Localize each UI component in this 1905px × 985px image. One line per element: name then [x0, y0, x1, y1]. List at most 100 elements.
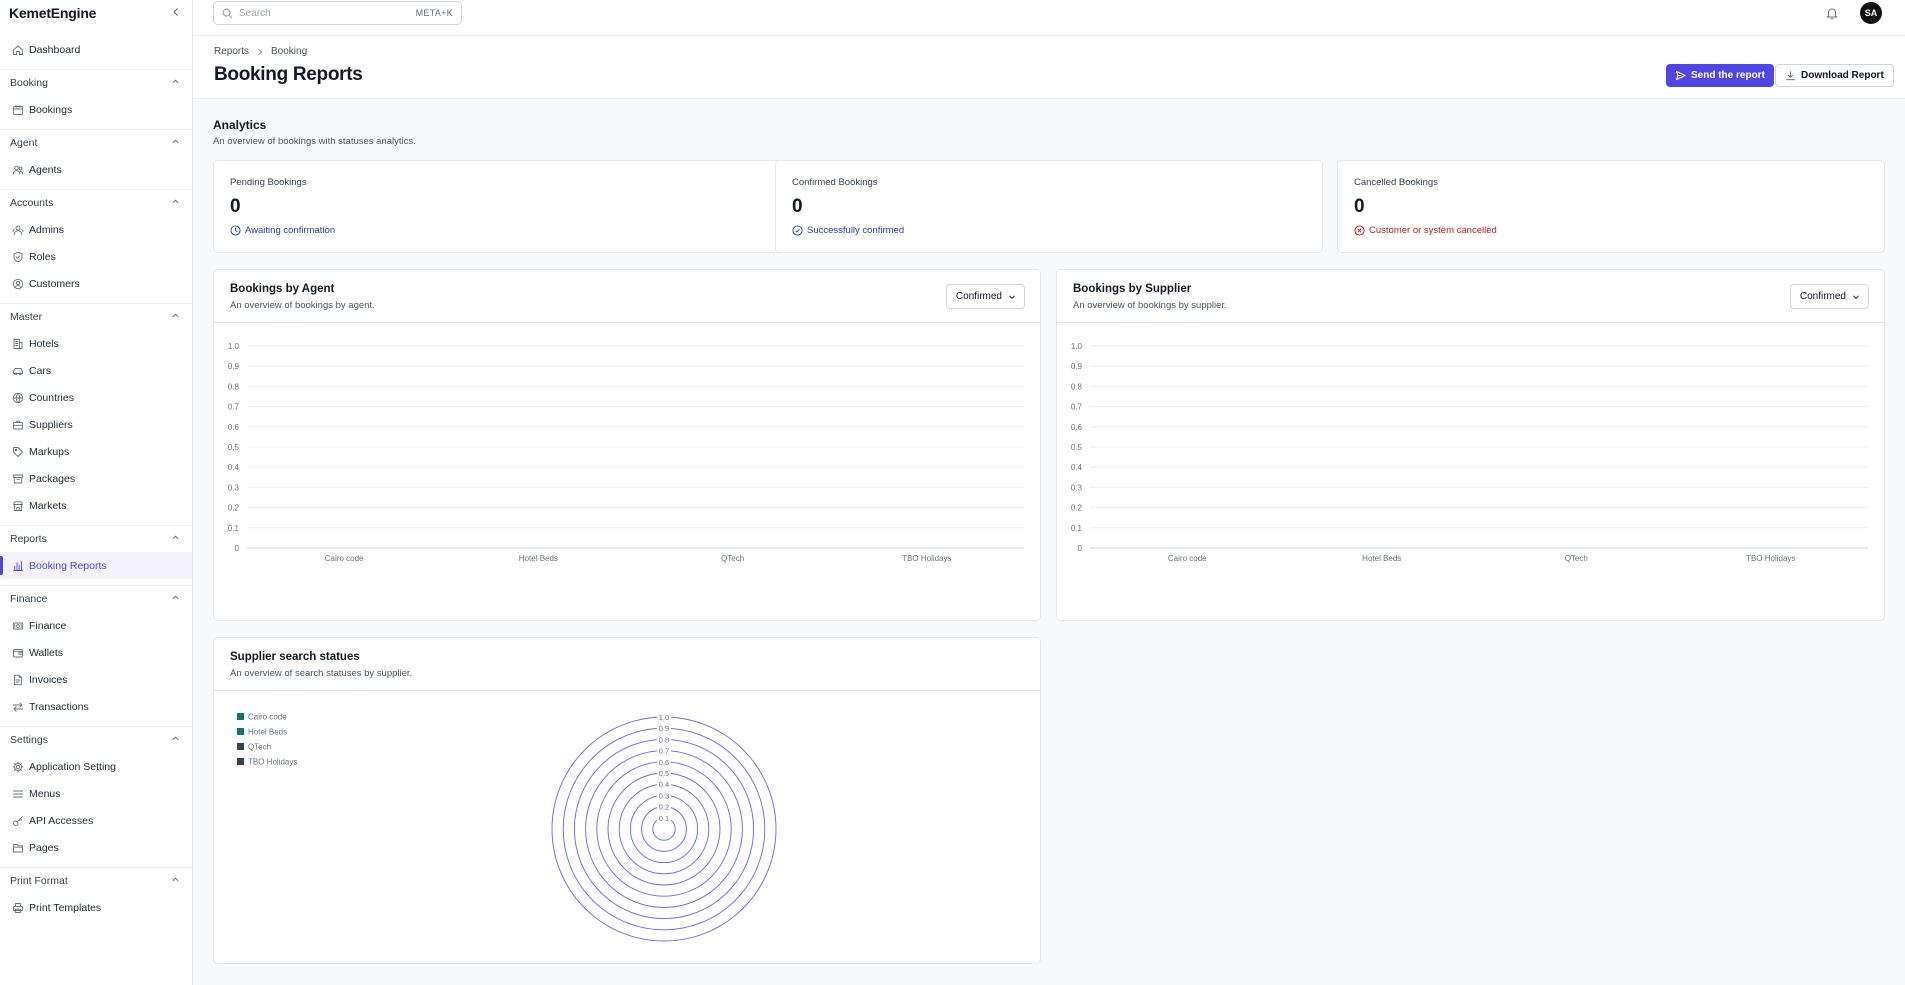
sidebar-item-dashboard[interactable]: Dashboard	[0, 36, 192, 63]
sidebar-section-toggle[interactable]: Print Format	[0, 868, 192, 894]
sidebar-item-countries[interactable]: Countries	[0, 384, 192, 411]
sidebar-section-master: Master Hotels Cars Countries Suppliers Markup…	[0, 303, 192, 519]
y-tick-label: 1.0	[1071, 342, 1083, 351]
sidebar-item-customers[interactable]: Customers	[0, 270, 192, 297]
sidebar-item-label: Booking Reports	[29, 559, 107, 572]
sidebar-item-label: Finance	[29, 619, 67, 632]
legend-label[interactable]: Cairo code	[248, 713, 287, 722]
card-subtitle: An overview of search statuses by suppli…	[230, 668, 413, 679]
sidebar-section-title: Booking	[10, 77, 48, 89]
sidebar-item-application-setting[interactable]: Application Setting	[0, 753, 192, 780]
sidebar-item-cars[interactable]: Cars	[0, 357, 192, 384]
legend-label[interactable]: TBO Holidays	[248, 758, 297, 767]
sidebar-section-finance: Finance Finance Wallets Invoices Transaction…	[0, 585, 192, 720]
chevron-up-icon	[171, 875, 180, 887]
legend-label[interactable]: QTech	[248, 743, 271, 752]
download-report-button[interactable]: Download Report	[1775, 64, 1894, 87]
sidebar-item-label: Countries	[29, 391, 74, 404]
breadcrumb-reports[interactable]: Reports	[214, 46, 249, 57]
sidebar-section-title: Reports	[10, 533, 47, 545]
search-shortcut: META+K	[415, 8, 453, 18]
y-tick-label: 0.1	[228, 524, 240, 533]
y-tick-label: 0	[1078, 544, 1083, 553]
sidebar-item-label: Menus	[29, 787, 61, 800]
sidebar-item-print-templates[interactable]: Print Templates	[0, 894, 192, 921]
sidebar-item-roles[interactable]: Roles	[0, 243, 192, 270]
sidebar-section-toggle[interactable]: Booking	[0, 70, 192, 96]
sidebar-item-invoices[interactable]: Invoices	[0, 666, 192, 693]
sidebar-section-toggle[interactable]: Finance	[0, 586, 192, 612]
x-tick-label: QTech	[1565, 554, 1588, 563]
sidebar-item-markups[interactable]: Markups	[0, 438, 192, 465]
card-title: Supplier search statues	[230, 651, 360, 663]
legend-label[interactable]: Hotel Beds	[248, 728, 287, 737]
chevron-up-icon	[171, 734, 180, 746]
sidebar-item-label: Markets	[29, 499, 67, 512]
sidebar-item-pages[interactable]: Pages	[0, 834, 192, 861]
radial-tick-label: 0.5	[659, 769, 669, 778]
y-tick-label: 0.8	[228, 382, 240, 391]
sidebar-item-transactions[interactable]: Transactions	[0, 693, 192, 720]
notifications-button[interactable]	[1823, 4, 1841, 22]
sidebar-section-toggle[interactable]: Accounts	[0, 190, 192, 216]
user-avatar[interactable]: SA	[1860, 2, 1882, 24]
send-report-button[interactable]: Send the report	[1666, 64, 1774, 87]
radial-tick-label: 0.6	[659, 758, 669, 767]
sidebar-section-title: Master	[10, 311, 43, 323]
sidebar-section-toggle[interactable]: Master	[0, 304, 192, 330]
breadcrumb-booking[interactable]: Booking	[271, 46, 307, 57]
sidebar-item-finance[interactable]: Finance	[0, 612, 192, 639]
sidebar-item-bookings[interactable]: Bookings	[0, 96, 192, 123]
supplier-status-select[interactable]: Confirmed	[1789, 284, 1869, 309]
sidebar-section-toggle[interactable]: Settings	[0, 727, 192, 753]
y-tick-label: 0.2	[1071, 504, 1083, 513]
chevron-up-icon	[171, 593, 180, 605]
sidebar-item-booking-reports[interactable]: Booking Reports	[0, 552, 192, 579]
sidebar-section-toggle[interactable]: Reports	[0, 526, 192, 552]
y-tick-label: 0.7	[1071, 403, 1083, 412]
search-icon	[222, 8, 233, 19]
sidebar-item-label: Application Setting	[29, 760, 116, 773]
sidebar-item-label: Pages	[29, 841, 59, 854]
radial-tick-label: 0.3	[659, 791, 669, 800]
y-tick-label: 0.5	[228, 443, 240, 452]
radial-gridline	[607, 772, 721, 886]
sidebar-item-menus[interactable]: Menus	[0, 780, 192, 807]
sidebar-item-wallets[interactable]: Wallets	[0, 639, 192, 666]
sidebar-item-suppliers[interactable]: Suppliers	[0, 411, 192, 438]
sidebar-item-api-accesses[interactable]: API Accesses	[0, 807, 192, 834]
calendar-icon	[12, 104, 24, 116]
sidebar-item-label: Markups	[29, 445, 70, 458]
sidebar-item-markets[interactable]: Markets	[0, 492, 192, 519]
stat-note: Customer or system cancelled	[1354, 225, 1497, 236]
legend-swatch	[237, 743, 244, 750]
wallet-icon	[12, 647, 24, 659]
chevron-down-icon	[1008, 293, 1016, 301]
stat-label: Pending Bookings	[230, 177, 307, 188]
sidebar-item-admins[interactable]: Admins	[0, 216, 192, 243]
sidebar-item-agents[interactable]: Agents	[0, 156, 192, 183]
chevron-up-icon	[171, 197, 180, 209]
agent-status-select[interactable]: Confirmed	[945, 284, 1025, 309]
sidebar-nav: Dashboard Booking Bookings Agent Agents Accou…	[0, 36, 192, 921]
chevron-up-icon	[171, 533, 180, 545]
search-input[interactable]	[239, 7, 416, 19]
chevron-up-icon	[171, 311, 180, 323]
card-title: Bookings by Supplier	[1073, 283, 1192, 295]
sidebar-item-label: Transactions	[29, 700, 89, 713]
chevron-left-icon	[173, 8, 178, 16]
search-box[interactable]: META+K	[213, 1, 462, 25]
stat-note-text: Customer or system cancelled	[1369, 225, 1497, 236]
arrows-icon	[12, 701, 24, 713]
sidebar-section-toggle[interactable]: Agent	[0, 130, 192, 156]
bookings-by-agent-card: Bookings by Agent An overview of booking…	[213, 269, 1041, 621]
card-subtitle: An overview of bookings by supplier.	[1073, 300, 1227, 311]
supplier-search-polar-chart: 0.1 0.2 0.3 0.4 0.5 0.6 0.7 0.8 0.9 1.0 Cairo code…	[237, 713, 777, 942]
collapse-sidebar-button[interactable]	[168, 4, 184, 20]
store-icon	[12, 500, 24, 512]
y-tick-label: 0.6	[228, 423, 240, 432]
sidebar-item-packages[interactable]: Packages	[0, 465, 192, 492]
sidebar-item-hotels[interactable]: Hotels	[0, 330, 192, 357]
stat-note: Awaiting confirmation	[230, 225, 335, 236]
y-tick-label: 0.2	[228, 504, 240, 513]
